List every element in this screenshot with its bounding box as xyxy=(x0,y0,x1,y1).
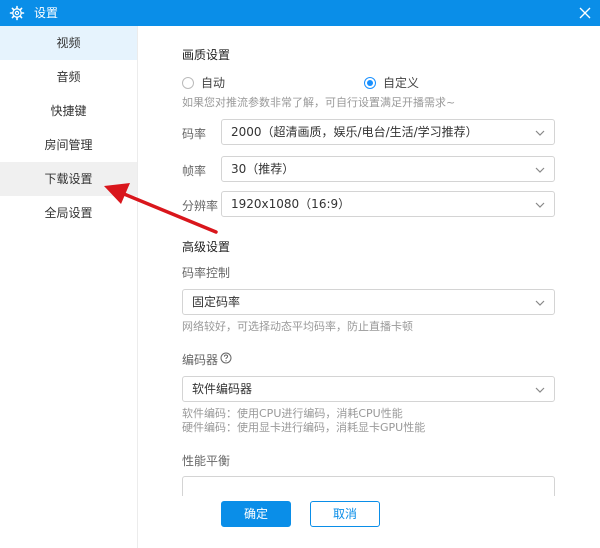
encoder-hint-hardware: 硬件编码：使用显卡进行编码，消耗显卡GPU性能 xyxy=(182,421,426,434)
sidebar-item-room-management[interactable]: 房间管理 xyxy=(0,128,137,162)
help-icon[interactable] xyxy=(220,352,232,364)
close-icon[interactable] xyxy=(578,6,592,20)
radio-auto-label: 自动 xyxy=(201,76,226,90)
cancel-button[interactable]: 取消 xyxy=(310,501,380,527)
encoder-value: 软件编码器 xyxy=(192,382,253,396)
chevron-down-icon xyxy=(535,202,545,208)
encoder-hint-software: 软件编码：使用CPU进行编码，消耗CPU性能 xyxy=(182,407,403,420)
radio-auto-circle[interactable] xyxy=(182,76,194,89)
sidebar-item-global-settings[interactable]: 全局设置 xyxy=(0,196,137,230)
resolution-label: 分辨率 xyxy=(182,199,219,213)
bitrate-select[interactable]: 2000（超清画质，娱乐/电台/生活/学习推荐） xyxy=(221,119,555,145)
advanced-section-title: 高级设置 xyxy=(182,240,231,254)
sidebar-item-audio[interactable]: 音频 xyxy=(0,60,137,94)
rate-control-value: 固定码率 xyxy=(192,295,241,309)
radio-custom-circle[interactable] xyxy=(364,76,376,89)
window-title: 设置 xyxy=(34,6,59,20)
chevron-down-icon xyxy=(535,167,545,173)
confirm-button[interactable]: 确定 xyxy=(221,501,291,527)
sidebar-item-download-settings[interactable]: 下载设置 xyxy=(0,162,137,196)
rate-control-select[interactable]: 固定码率 xyxy=(182,289,555,315)
chevron-down-icon xyxy=(535,300,545,306)
performance-label: 性能平衡 xyxy=(182,454,231,468)
resolution-value: 1920x1080（16:9） xyxy=(231,197,351,211)
encoder-select[interactable]: 软件编码器 xyxy=(182,376,555,402)
performance-select[interactable] xyxy=(182,476,555,496)
gear-icon xyxy=(9,5,25,21)
quality-section-title: 画质设置 xyxy=(182,48,231,62)
fps-select[interactable]: 30（推荐） xyxy=(221,156,555,182)
bitrate-label: 码率 xyxy=(182,127,207,141)
resolution-select[interactable]: 1920x1080（16:9） xyxy=(221,191,555,217)
settings-content: 画质设置 自动 自定义 如果您对推流参数非常了解，可自行设置满足开播需求~ 码率… xyxy=(138,26,600,496)
radio-custom-label: 自定义 xyxy=(383,76,420,90)
sidebar-item-shortcuts[interactable]: 快捷键 xyxy=(0,94,137,128)
encoder-label: 编码器 xyxy=(182,353,219,367)
radio-custom[interactable]: 自定义 xyxy=(364,74,419,91)
radio-auto[interactable]: 自动 xyxy=(182,74,225,91)
chevron-down-icon xyxy=(535,387,545,393)
quality-hint: 如果您对推流参数非常了解，可自行设置满足开播需求~ xyxy=(182,96,456,109)
chevron-down-icon xyxy=(535,130,545,136)
sidebar: 视频 音频 快捷键 房间管理 下载设置 全局设置 xyxy=(0,26,138,548)
dialog-footer: 确定 取消 xyxy=(138,496,600,548)
sidebar-item-video[interactable]: 视频 xyxy=(0,26,137,60)
rate-control-label: 码率控制 xyxy=(182,266,231,280)
rate-control-hint: 网络较好，可选择动态平均码率，防止直播卡顿 xyxy=(182,320,413,333)
fps-label: 帧率 xyxy=(182,164,207,178)
fps-value: 30（推荐） xyxy=(231,162,295,176)
title-bar: 设置 xyxy=(0,0,600,26)
bitrate-value: 2000（超清画质，娱乐/电台/生活/学习推荐） xyxy=(231,125,478,139)
